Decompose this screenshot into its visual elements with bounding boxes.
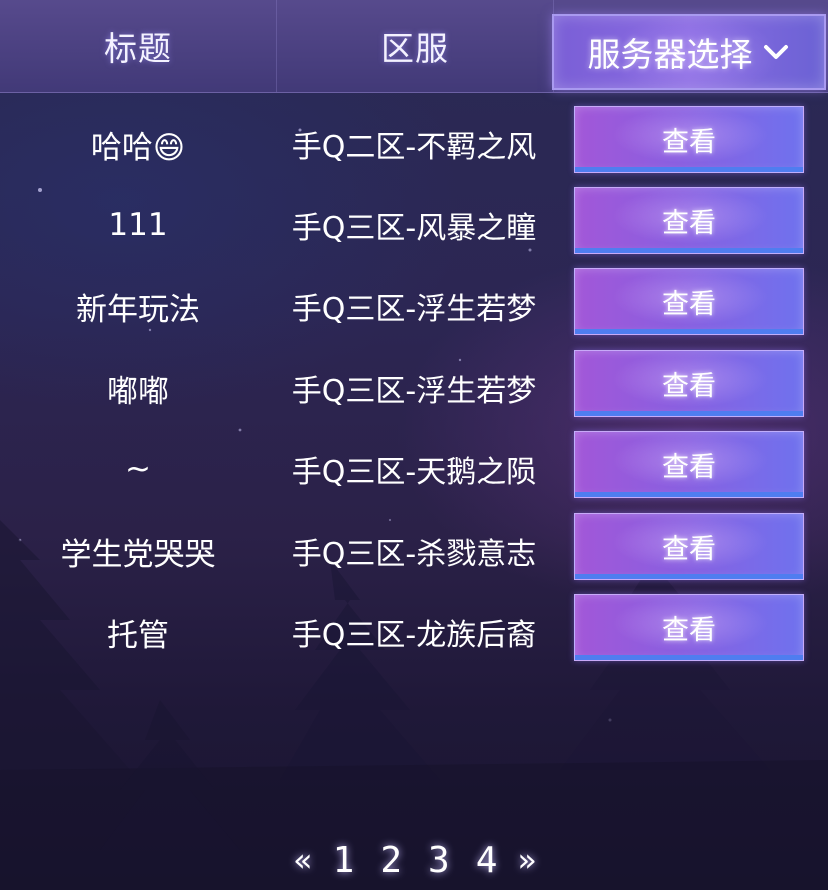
view-button[interactable]: 查看 [574, 594, 804, 661]
table-row: 哈哈😄 手Q二区-不羁之风 查看 [0, 103, 828, 185]
page-4-button[interactable]: 4 [470, 840, 504, 881]
row-title: ~ [125, 451, 151, 487]
view-button[interactable]: 查看 [574, 187, 804, 254]
prev-page-button[interactable]: « [293, 841, 313, 879]
view-button[interactable]: 查看 [574, 350, 804, 417]
row-zone: 手Q三区-天鹅之陨 [291, 455, 537, 490]
row-zone: 手Q三区-龙族后裔 [291, 618, 537, 653]
table-row: 托管 手Q三区-龙族后裔 查看 [0, 591, 828, 673]
page-1-button[interactable]: 1 [327, 840, 361, 881]
table-row: ~ 手Q三区-天鹅之陨 查看 [0, 428, 828, 510]
row-zone: 手Q三区-浮生若梦 [291, 292, 537, 327]
server-select-label: 服务器选择 [587, 35, 753, 74]
view-button[interactable]: 查看 [574, 106, 804, 173]
pagination: « 1 2 3 4 » [290, 832, 540, 888]
chevron-down-icon [763, 45, 788, 59]
row-title: 嘟嘟 [107, 373, 169, 410]
row-zone: 手Q三区-浮生若梦 [291, 374, 537, 409]
table-row: 111 手Q三区-风暴之瞳 查看 [0, 184, 828, 266]
column-header-title: 标题 [104, 29, 172, 68]
row-title: 111 [108, 207, 168, 243]
row-title: 学生党哭哭 [60, 536, 216, 573]
row-title: 托管 [107, 617, 169, 654]
view-button[interactable]: 查看 [574, 513, 804, 580]
page-2-button[interactable]: 2 [374, 840, 408, 881]
row-title: 哈哈😄 [90, 129, 186, 166]
row-title: 新年玩法 [76, 291, 200, 328]
row-zone: 手Q二区-不羁之风 [291, 130, 537, 165]
column-header-zone: 区服 [276, 0, 554, 92]
view-button[interactable]: 查看 [574, 431, 804, 498]
page-3-button[interactable]: 3 [422, 840, 456, 881]
row-zone: 手Q三区-风暴之瞳 [291, 211, 537, 246]
server-select-dropdown[interactable]: 服务器选择 [552, 14, 826, 90]
row-zone: 手Q三区-杀戮意志 [291, 537, 537, 572]
next-page-button[interactable]: » [517, 841, 537, 879]
view-button[interactable]: 查看 [574, 268, 804, 335]
table-row: 新年玩法 手Q三区-浮生若梦 查看 [0, 265, 828, 347]
table-row: 嘟嘟 手Q三区-浮生若梦 查看 [0, 347, 828, 429]
table-row: 学生党哭哭 手Q三区-杀戮意志 查看 [0, 510, 828, 592]
